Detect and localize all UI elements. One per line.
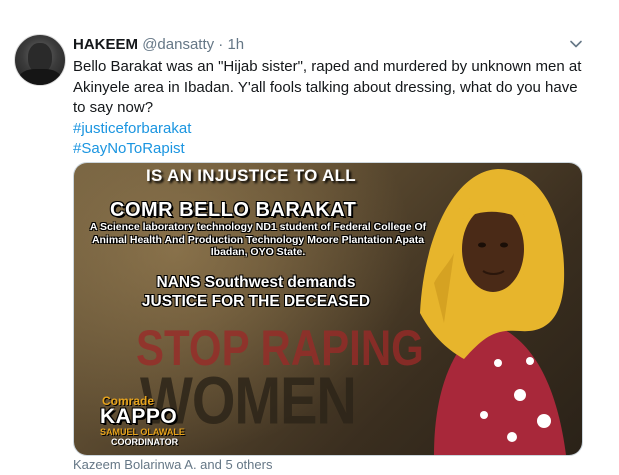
display-name[interactable]: HAKEEM	[73, 36, 138, 53]
signature-fullname: SAMUEL OLAWALE	[100, 427, 185, 437]
user-handle[interactable]: @dansatty	[142, 36, 214, 53]
demand-line-1: NANS Southwest demands	[156, 274, 356, 291]
tweet-text: Bello Barakat was an "Hijab sister", rap…	[73, 57, 593, 160]
avatar-shoulders	[19, 69, 61, 85]
tweet-body: Bello Barakat was an "Hijab sister", rap…	[73, 58, 582, 116]
victim-name-headline: COMR BELLO BARAKAT	[110, 199, 357, 221]
signature-name: KAPPO	[100, 405, 178, 428]
hashtag-saynotorapist[interactable]: #SayNoToRapist	[73, 139, 593, 160]
hashtag-justiceforbarakat[interactable]: #justiceforbarakat	[73, 119, 593, 140]
woman-in-hijab-photo	[420, 169, 566, 455]
tweet-media-image[interactable]: STOP RAPING WOMEN IS AN INJUSTICE TO ALL…	[73, 162, 583, 456]
injustice-headline: IS AN INJUSTICE TO ALL	[146, 166, 356, 185]
separator-dot: ·	[218, 36, 224, 53]
tagged-people-link[interactable]: Kazeem Bolarinwa A. and 5 others	[73, 457, 272, 472]
tweet-header: HAKEEM @dansatty · 1h	[73, 35, 244, 55]
nans-demand: NANS Southwest demands JUSTICE FOR THE D…	[106, 273, 406, 311]
timestamp[interactable]: 1h	[227, 36, 244, 53]
signature-role: COORDINATOR	[111, 437, 179, 447]
demand-line-2: JUSTICE FOR THE DECEASED	[141, 293, 371, 310]
victim-description: A Science laboratory technology ND1 stud…	[89, 221, 427, 258]
chevron-down-icon[interactable]	[569, 37, 583, 51]
avatar[interactable]	[14, 34, 66, 86]
